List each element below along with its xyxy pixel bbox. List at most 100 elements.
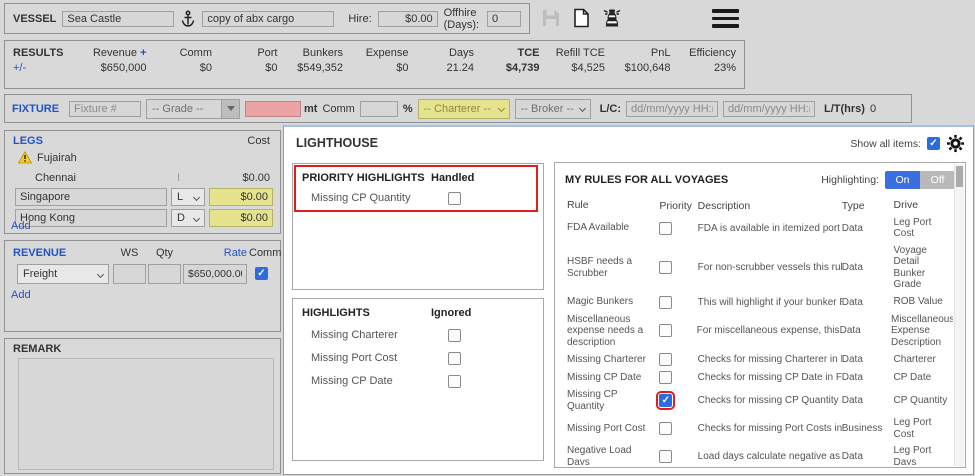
cargo-name-input[interactable] <box>202 11 334 27</box>
menu-icon[interactable] <box>712 9 739 28</box>
qty-input[interactable] <box>148 264 181 284</box>
ignored-checkbox[interactable] <box>448 329 461 342</box>
laycan-label: L/C: <box>600 103 621 115</box>
leg-type-select[interactable]: L <box>171 188 205 206</box>
results-col-revenue: Revenue +$650,000 <box>85 46 151 88</box>
fixture-comm-label: Comm <box>322 103 354 115</box>
priority-highlights-box: PRIORITY HIGHLIGHTS Handled Missing CP Q… <box>292 163 544 290</box>
results-plus-minus[interactable]: +/- <box>13 61 85 76</box>
ignored-checkbox[interactable] <box>448 352 461 365</box>
leg-port-static[interactable]: Chennai <box>35 172 76 184</box>
save-icon[interactable] <box>540 7 562 29</box>
revenue-type-select[interactable]: Freight <box>17 264 109 284</box>
toolbar <box>540 6 624 30</box>
laytime-value: 0 <box>870 103 876 115</box>
leg-cost-input[interactable] <box>209 188 273 206</box>
highlight-label: Missing Charterer <box>311 329 398 341</box>
rule-drive: CP Date <box>894 372 953 384</box>
ws-input[interactable] <box>113 264 146 284</box>
priority-checkbox[interactable] <box>659 222 672 235</box>
rule-name: FDA Available <box>567 222 659 234</box>
ignored-checkbox[interactable] <box>448 375 461 388</box>
voyage-estimator-app: { "vessel_bar": { "label": "VESSEL", "ve… <box>0 0 975 476</box>
leg-type-marker: I <box>177 172 180 184</box>
grade-select[interactable]: -- Grade -- <box>146 99 222 119</box>
results-col-expense: Expense$0 <box>347 46 413 88</box>
handled-checkbox[interactable] <box>448 192 461 205</box>
rule-row: HSBF needs a Scrubber For non-scrubber v… <box>557 242 953 293</box>
rule-drive: Miscellaneous Expense Description <box>891 314 953 349</box>
gear-icon[interactable] <box>946 134 965 153</box>
highlighting-on-button[interactable]: On <box>885 171 920 189</box>
priority-checkbox[interactable] <box>659 261 672 274</box>
handled-column-header: Handled <box>431 172 474 184</box>
results-col-tce: TCE$4,739 <box>478 46 544 88</box>
rule-type: Data <box>840 325 891 336</box>
remark-textarea[interactable] <box>18 358 274 470</box>
highlighting-off-button[interactable]: Off <box>920 171 955 189</box>
legs-add-link[interactable]: Add <box>11 220 31 232</box>
my-rules-title: MY RULES FOR ALL VOYAGES <box>565 174 728 186</box>
priority-checkbox[interactable] <box>659 371 672 384</box>
leg-type-select[interactable]: D <box>171 209 205 227</box>
priority-highlight-item: Missing CP Quantity <box>311 192 529 204</box>
revenue-title: REVENUE <box>13 247 66 259</box>
dropdown-arrow-icon <box>227 106 235 111</box>
laycan-from-input[interactable] <box>626 101 718 117</box>
priority-checkbox[interactable] <box>659 324 672 337</box>
priority-checkbox[interactable] <box>659 394 672 407</box>
fixture-number-input[interactable] <box>69 101 141 117</box>
highlights-box: HIGHLIGHTS Ignored Missing Charterer Mis… <box>292 298 544 461</box>
cp-quantity-input[interactable] <box>245 101 301 117</box>
laytime-label: L/T(hrs) <box>824 103 865 115</box>
laycan-to-input[interactable] <box>723 101 815 117</box>
fixture-comm-input[interactable] <box>360 101 398 117</box>
my-rules-box: MY RULES FOR ALL VOYAGES Highlighting: O… <box>554 162 966 468</box>
show-all-items-checkbox[interactable] <box>927 137 940 150</box>
highlight-label: Missing Port Cost <box>311 352 397 364</box>
leg-cost-input[interactable] <box>209 209 273 227</box>
priority-checkbox[interactable] <box>659 353 672 366</box>
broker-select[interactable]: -- Broker -- <box>515 99 591 119</box>
percent-label: % <box>403 103 413 115</box>
ignored-column-header: Ignored <box>431 307 471 319</box>
highlights-title: HIGHLIGHTS <box>302 307 370 319</box>
hire-input[interactable] <box>378 11 438 27</box>
revenue-add-link[interactable]: Add <box>11 289 31 301</box>
charterer-select[interactable]: -- Charterer -- <box>418 99 510 119</box>
rules-scrollbar[interactable] <box>954 164 964 466</box>
leg-cost-static: $0.00 <box>242 172 270 184</box>
qty-header: Qty <box>148 247 181 259</box>
revenue-comm-checkbox[interactable] <box>255 267 268 280</box>
rule-name: Missing CP Quantity <box>567 389 659 412</box>
rule-column-header: Rule <box>567 200 659 212</box>
rule-description: This will highlight if your bunker R... <box>698 297 842 308</box>
rule-row: Missing Port Cost Checks for missing Por… <box>557 415 953 443</box>
rule-name: Magic Bunkers <box>567 296 659 308</box>
grade-dropdown-button[interactable] <box>222 99 240 119</box>
leg-port-input[interactable] <box>15 209 167 227</box>
priority-checkbox[interactable] <box>659 422 672 435</box>
lighthouse-title: LIGHTHOUSE <box>296 136 378 150</box>
rate-header[interactable]: Rate <box>183 247 247 259</box>
fixture-bar: FIXTURE -- Grade -- mt Comm % -- Charter… <box>4 94 912 123</box>
anchor-icon[interactable] <box>180 10 196 28</box>
priority-checkbox[interactable] <box>659 296 672 309</box>
rule-description: Checks for missing CP Date in Fix... <box>698 372 842 383</box>
lighthouse-icon[interactable] <box>600 6 624 30</box>
rule-description: For non-scrubber vessels this rule ... <box>698 262 842 273</box>
rules-table: Rule Priority Description Type Drive FDA… <box>557 197 953 465</box>
new-document-icon[interactable] <box>571 7 591 29</box>
mt-label: mt <box>304 103 317 115</box>
priority-checkbox[interactable] <box>659 450 672 463</box>
scrollbar-thumb[interactable] <box>956 166 963 187</box>
leg-port-warning[interactable]: Fujairah <box>37 152 77 164</box>
rate-input[interactable] <box>183 264 247 284</box>
show-all-items-label: Show all items: <box>850 138 921 150</box>
results-col-bunkers: Bunkers$549,352 <box>282 46 348 88</box>
leg-port-input[interactable] <box>15 188 167 206</box>
offhire-input[interactable] <box>487 11 521 27</box>
legs-title: LEGS <box>13 135 43 147</box>
rule-name: Missing Charterer <box>567 354 659 366</box>
vessel-name-input[interactable] <box>62 11 174 27</box>
